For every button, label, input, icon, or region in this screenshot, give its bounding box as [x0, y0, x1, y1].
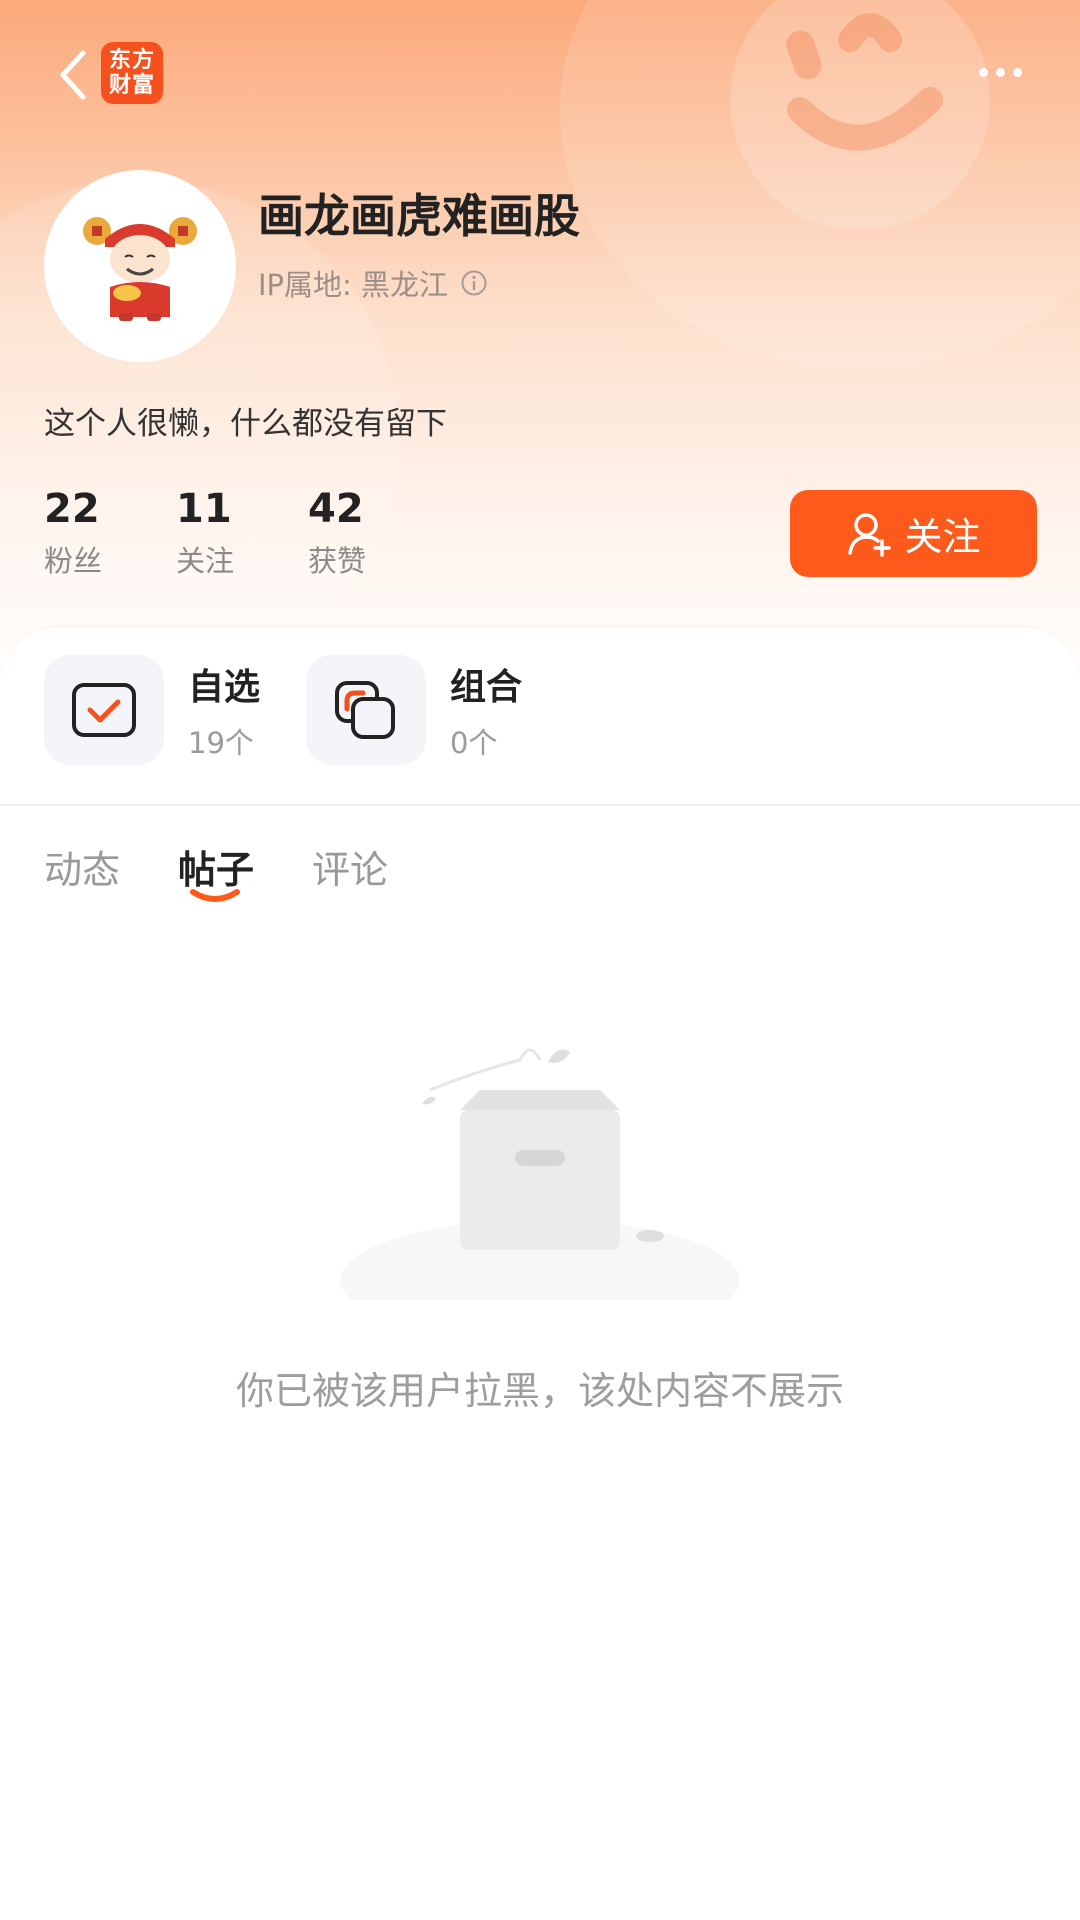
watchlist-icon-box [44, 655, 164, 765]
logo-text-line2: 财富 [108, 73, 155, 98]
follow-button[interactable]: 关注 [790, 490, 1037, 577]
empty-state-message: 你已被该用户拉黑，该处内容不展示 [235, 1369, 844, 1413]
divider [0, 804, 1080, 806]
logo-text-line1: 东方 [108, 48, 155, 73]
tab-comments[interactable]: 评论 [312, 839, 388, 894]
quick-title: 自选 [188, 667, 261, 708]
quick-count: 19个 [188, 726, 254, 760]
back-arrow-icon [60, 50, 86, 100]
stat-fans[interactable]: 22 粉丝 [44, 486, 176, 580]
info-icon[interactable] [460, 269, 488, 297]
stat-likes[interactable]: 42 获赞 [308, 486, 440, 580]
back-button[interactable] [38, 40, 108, 110]
tab-posts-label: 帖子 [178, 848, 255, 892]
avatar[interactable] [44, 170, 236, 362]
checkbox-icon [72, 683, 136, 737]
tab-activity[interactable]: 动态 [44, 839, 120, 894]
quick-item-portfolio[interactable]: 组合 0个 [306, 655, 522, 765]
tab-posts[interactable]: 帖子 [178, 839, 255, 902]
active-tab-indicator [190, 889, 241, 902]
more-dot-icon [1012, 67, 1022, 77]
quick-access-row: 自选 19个 组合 0个 [44, 655, 568, 765]
more-options-button[interactable] [970, 52, 1030, 92]
stat-label: 粉丝 [44, 544, 103, 578]
ip-location-text: IP属地: 黑龙江 [258, 268, 449, 302]
stats-row: 22 粉丝 11 关注 42 获赞 [44, 486, 440, 580]
stat-following[interactable]: 11 关注 [176, 486, 308, 580]
bio-text: 这个人很懒，什么都没有留下 [44, 406, 447, 442]
stat-value: 11 [176, 486, 232, 532]
follow-button-label: 关注 [904, 515, 981, 559]
stat-label: 关注 [176, 544, 235, 578]
quick-item-watchlist[interactable]: 自选 19个 [44, 655, 260, 765]
quick-title: 组合 [450, 667, 523, 708]
stat-value: 22 [44, 486, 100, 532]
empty-box-illustration [340, 1048, 740, 1300]
quick-count: 0个 [450, 726, 498, 760]
more-dot-icon [978, 67, 988, 77]
more-dot-icon [995, 67, 1005, 77]
avatar-caishen-icon [83, 217, 197, 321]
ip-location-row: IP属地: 黑龙江 [258, 262, 488, 304]
username: 画龙画虎难画股 [258, 189, 580, 243]
stat-value: 42 [308, 486, 364, 532]
portfolio-icon-box [306, 655, 427, 765]
app-logo: 东方 财富 [101, 42, 163, 104]
stat-label: 获赞 [308, 544, 367, 578]
add-user-icon [848, 512, 892, 557]
top-bar: 东方 财富 [0, 0, 1080, 150]
tab-bar: 动态 帖子 评论 [44, 839, 446, 902]
portfolio-icon [335, 681, 396, 739]
